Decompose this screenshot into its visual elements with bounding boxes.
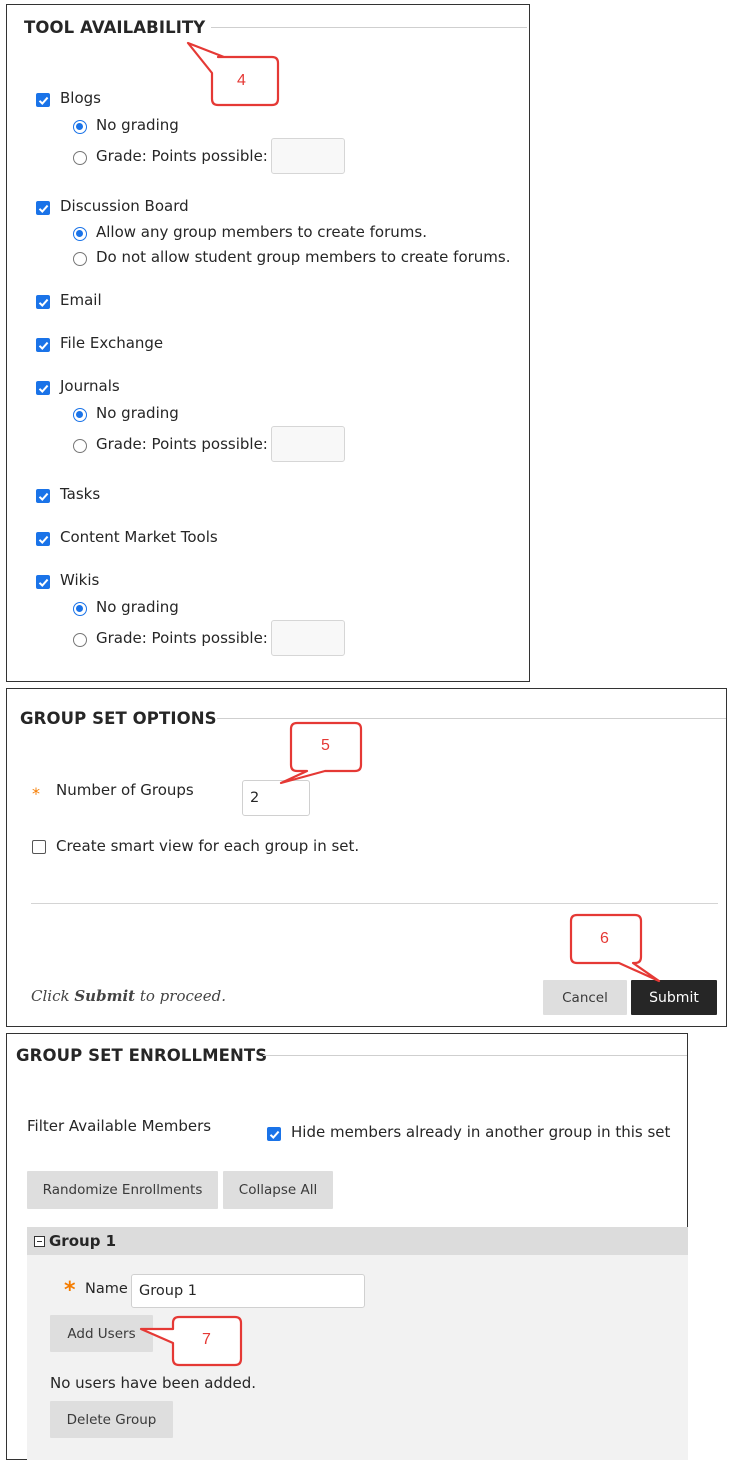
empty-users-text: No users have been added. — [50, 1374, 257, 1392]
discussion-board-label: Discussion Board — [60, 197, 189, 215]
callout-5: 5 — [269, 719, 369, 799]
email-checkbox[interactable] — [36, 295, 50, 309]
callout-7: 7 — [137, 1311, 247, 1371]
group-set-enrollments-title: GROUP SET ENROLLMENTS — [16, 1046, 268, 1065]
required-mark: * — [32, 784, 40, 803]
blogs-checkbox[interactable] — [36, 93, 50, 107]
allow-forums-label: Allow any group members to create forums… — [96, 223, 427, 241]
check-icon — [269, 1130, 279, 1139]
journals-grade-label: Grade: Points possible: — [96, 435, 268, 453]
file-exchange-checkbox[interactable] — [36, 338, 50, 352]
file-exchange-label: File Exchange — [60, 334, 164, 352]
hide-members-label: Hide members already in another group in… — [291, 1123, 671, 1141]
callout-5-number: 5 — [321, 737, 330, 754]
title-divider — [211, 27, 527, 28]
check-icon — [38, 384, 48, 393]
blogs-grade-label: Grade: Points possible: — [96, 147, 268, 165]
smart-view-checkbox[interactable] — [32, 840, 46, 854]
hide-members-checkbox[interactable] — [267, 1127, 281, 1141]
submit-hint: Click Submit to proceed. — [31, 987, 227, 1005]
randomize-enrollments-button[interactable]: Randomize Enrollments — [27, 1171, 218, 1209]
collapse-all-button[interactable]: Collapse All — [223, 1171, 333, 1209]
group-1-title: Group 1 — [49, 1232, 117, 1250]
journals-points-input[interactable] — [271, 426, 345, 462]
blogs-label: Blogs — [60, 89, 101, 107]
callout-6: 6 — [563, 911, 673, 983]
journals-no-grading-radio[interactable] — [73, 408, 87, 422]
callout-bubble-icon — [139, 1315, 243, 1367]
check-icon — [38, 204, 48, 213]
cancel-button[interactable]: Cancel — [543, 980, 627, 1015]
callout-bubble-icon — [279, 721, 363, 785]
check-icon — [38, 96, 48, 105]
tasks-checkbox[interactable] — [36, 489, 50, 503]
blogs-no-grading-radio[interactable] — [73, 120, 87, 134]
check-icon — [38, 535, 48, 544]
submit-button[interactable]: Submit — [631, 980, 717, 1015]
email-label: Email — [60, 291, 102, 309]
callout-bubble-icon — [569, 913, 661, 983]
group-set-enrollments-panel: GROUP SET ENROLLMENTS Filter Available M… — [6, 1033, 688, 1460]
check-icon — [38, 341, 48, 350]
tool-availability-title: TOOL AVAILABILITY — [24, 18, 206, 37]
wikis-grade-radio[interactable] — [73, 633, 87, 647]
delete-group-button[interactable]: Delete Group — [50, 1401, 173, 1438]
number-of-groups-label: Number of Groups — [56, 781, 194, 799]
name-required-mark: * — [64, 1278, 76, 1303]
wikis-checkbox[interactable] — [36, 575, 50, 589]
callout-bubble-icon — [186, 41, 280, 107]
section-divider — [31, 903, 718, 904]
collapse-toggle-icon[interactable] — [34, 1236, 45, 1247]
wikis-label: Wikis — [60, 571, 100, 589]
callout-4-number: 4 — [237, 72, 246, 89]
content-market-checkbox[interactable] — [36, 532, 50, 546]
wikis-no-grading-radio[interactable] — [73, 602, 87, 616]
wikis-grade-label: Grade: Points possible: — [96, 629, 268, 647]
blogs-grade-radio[interactable] — [73, 151, 87, 165]
callout-7-number: 7 — [202, 1331, 211, 1348]
group-set-options-title: GROUP SET OPTIONS — [20, 709, 217, 728]
journals-grade-radio[interactable] — [73, 439, 87, 453]
callout-4: 4 — [184, 29, 284, 113]
discussion-board-checkbox[interactable] — [36, 201, 50, 215]
filter-label: Filter Available Members — [27, 1117, 212, 1135]
group-1-header[interactable]: Group 1 — [27, 1227, 688, 1255]
journals-checkbox[interactable] — [36, 381, 50, 395]
journals-label: Journals — [60, 377, 120, 395]
wikis-points-input[interactable] — [271, 620, 345, 656]
group-1-container: Group 1 * Name Add Users No users have b… — [27, 1227, 688, 1460]
group-set-options-panel: GROUP SET OPTIONS * Number of Groups Cre… — [6, 688, 727, 1027]
group-name-label: Name — [85, 1281, 128, 1297]
callout-6-number: 6 — [600, 930, 609, 947]
blogs-no-grading-label: No grading — [96, 116, 179, 134]
title-divider — [263, 1055, 687, 1056]
check-icon — [38, 578, 48, 587]
blogs-points-input[interactable] — [271, 138, 345, 174]
tasks-label: Tasks — [60, 485, 101, 503]
check-icon — [38, 298, 48, 307]
smart-view-label: Create smart view for each group in set. — [56, 837, 360, 855]
content-market-label: Content Market Tools — [60, 528, 218, 546]
check-icon — [38, 492, 48, 501]
allow-forums-radio[interactable] — [73, 227, 87, 241]
journals-no-grading-label: No grading — [96, 404, 179, 422]
disallow-forums-label: Do not allow student group members to cr… — [96, 248, 511, 266]
tool-availability-panel: TOOL AVAILABILITY Blogs No grading Grade… — [6, 4, 530, 682]
disallow-forums-radio[interactable] — [73, 252, 87, 266]
group-name-input[interactable] — [131, 1274, 365, 1308]
wikis-no-grading-label: No grading — [96, 598, 179, 616]
